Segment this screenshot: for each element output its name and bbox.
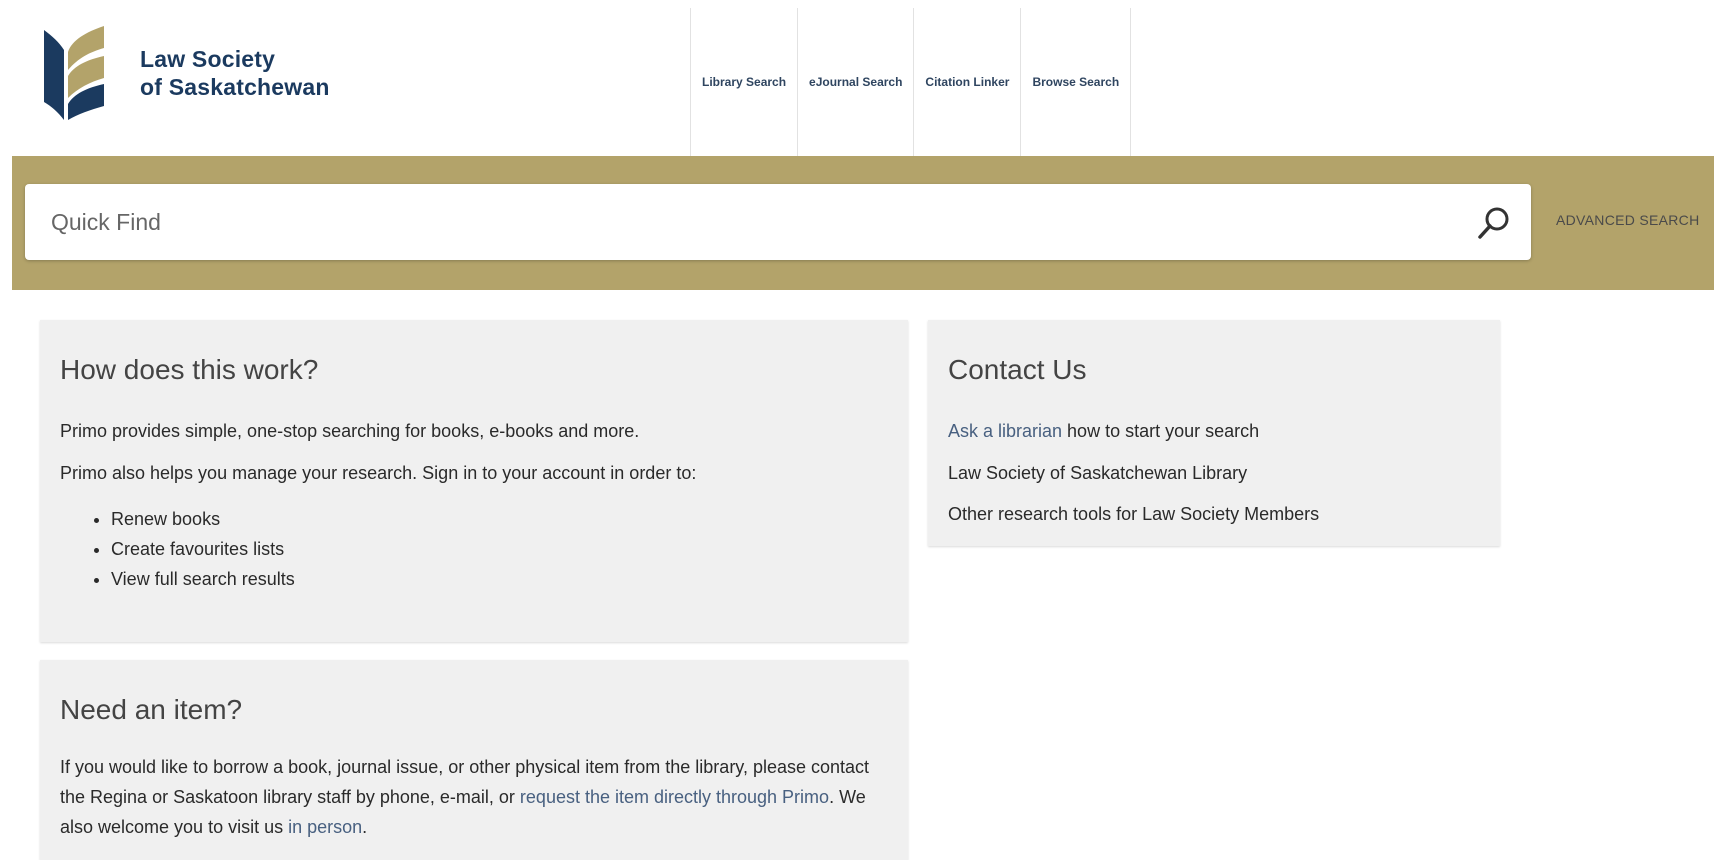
- how-it-works-signin-text: Primo also helps you manage your researc…: [60, 463, 697, 483]
- list-item: Create favourites lists: [111, 534, 295, 564]
- research-tools-link[interactable]: Other research tools for Law Society Mem…: [948, 499, 1319, 529]
- library-link[interactable]: Law Society of Saskatchewan Library: [948, 458, 1247, 488]
- how-it-works-card: How does this work? Primo provides simpl…: [40, 320, 908, 642]
- need-an-item-title: Need an item?: [60, 694, 243, 725]
- search-icon[interactable]: [1477, 206, 1511, 240]
- request-item-link[interactable]: request the item directly through Primo: [520, 787, 829, 807]
- contact-us-title: Contact Us: [948, 354, 1087, 385]
- law-society-logo-icon: [44, 26, 104, 120]
- search-bar: ADVANCED SEARCH: [12, 156, 1714, 290]
- list-item: Renew books: [111, 504, 295, 534]
- ask-librarian-link[interactable]: Ask a librarian: [948, 421, 1062, 441]
- need-an-item-card: Need an item? If you would like to borro…: [40, 660, 908, 860]
- contact-us-card: Contact Us Ask a librarian how to start …: [928, 320, 1500, 546]
- ask-librarian-text: how to start your search: [1062, 421, 1260, 441]
- site-logo[interactable]: Law Society of Saskatchewan: [44, 26, 364, 122]
- need-text-end: .: [362, 817, 368, 837]
- how-it-works-title: How does this work?: [60, 354, 319, 385]
- visit-in-person-link[interactable]: in person: [288, 817, 362, 837]
- site-header: Law Society of Saskatchewan Library Sear…: [0, 0, 1714, 156]
- site-name-line1: Law Society: [140, 46, 276, 72]
- account-features-list: Renew books Create favourites lists View…: [91, 504, 295, 594]
- nav-citation-linker[interactable]: Citation Linker: [913, 8, 1020, 156]
- nav-browse-search[interactable]: Browse Search: [1020, 8, 1132, 156]
- site-name: Law Society of Saskatchewan: [140, 45, 330, 101]
- need-an-item-text: If you would like to borrow a book, jour…: [60, 752, 880, 842]
- site-name-line2: of Saskatchewan: [140, 74, 330, 100]
- nav-ejournal-search[interactable]: eJournal Search: [797, 8, 913, 156]
- page: Law Society of Saskatchewan Library Sear…: [0, 0, 1714, 860]
- search-box: [25, 184, 1531, 260]
- list-item: View full search results: [111, 564, 295, 594]
- advanced-search-link[interactable]: ADVANCED SEARCH: [1556, 212, 1700, 228]
- main-nav: Library Search eJournal Search Citation …: [690, 8, 1132, 156]
- quick-find-input[interactable]: [25, 184, 1471, 260]
- nav-library-search[interactable]: Library Search: [690, 8, 797, 156]
- how-it-works-intro: Primo provides simple, one-stop searchin…: [60, 421, 640, 441]
- ask-librarian-line: Ask a librarian how to start your search: [948, 416, 1259, 446]
